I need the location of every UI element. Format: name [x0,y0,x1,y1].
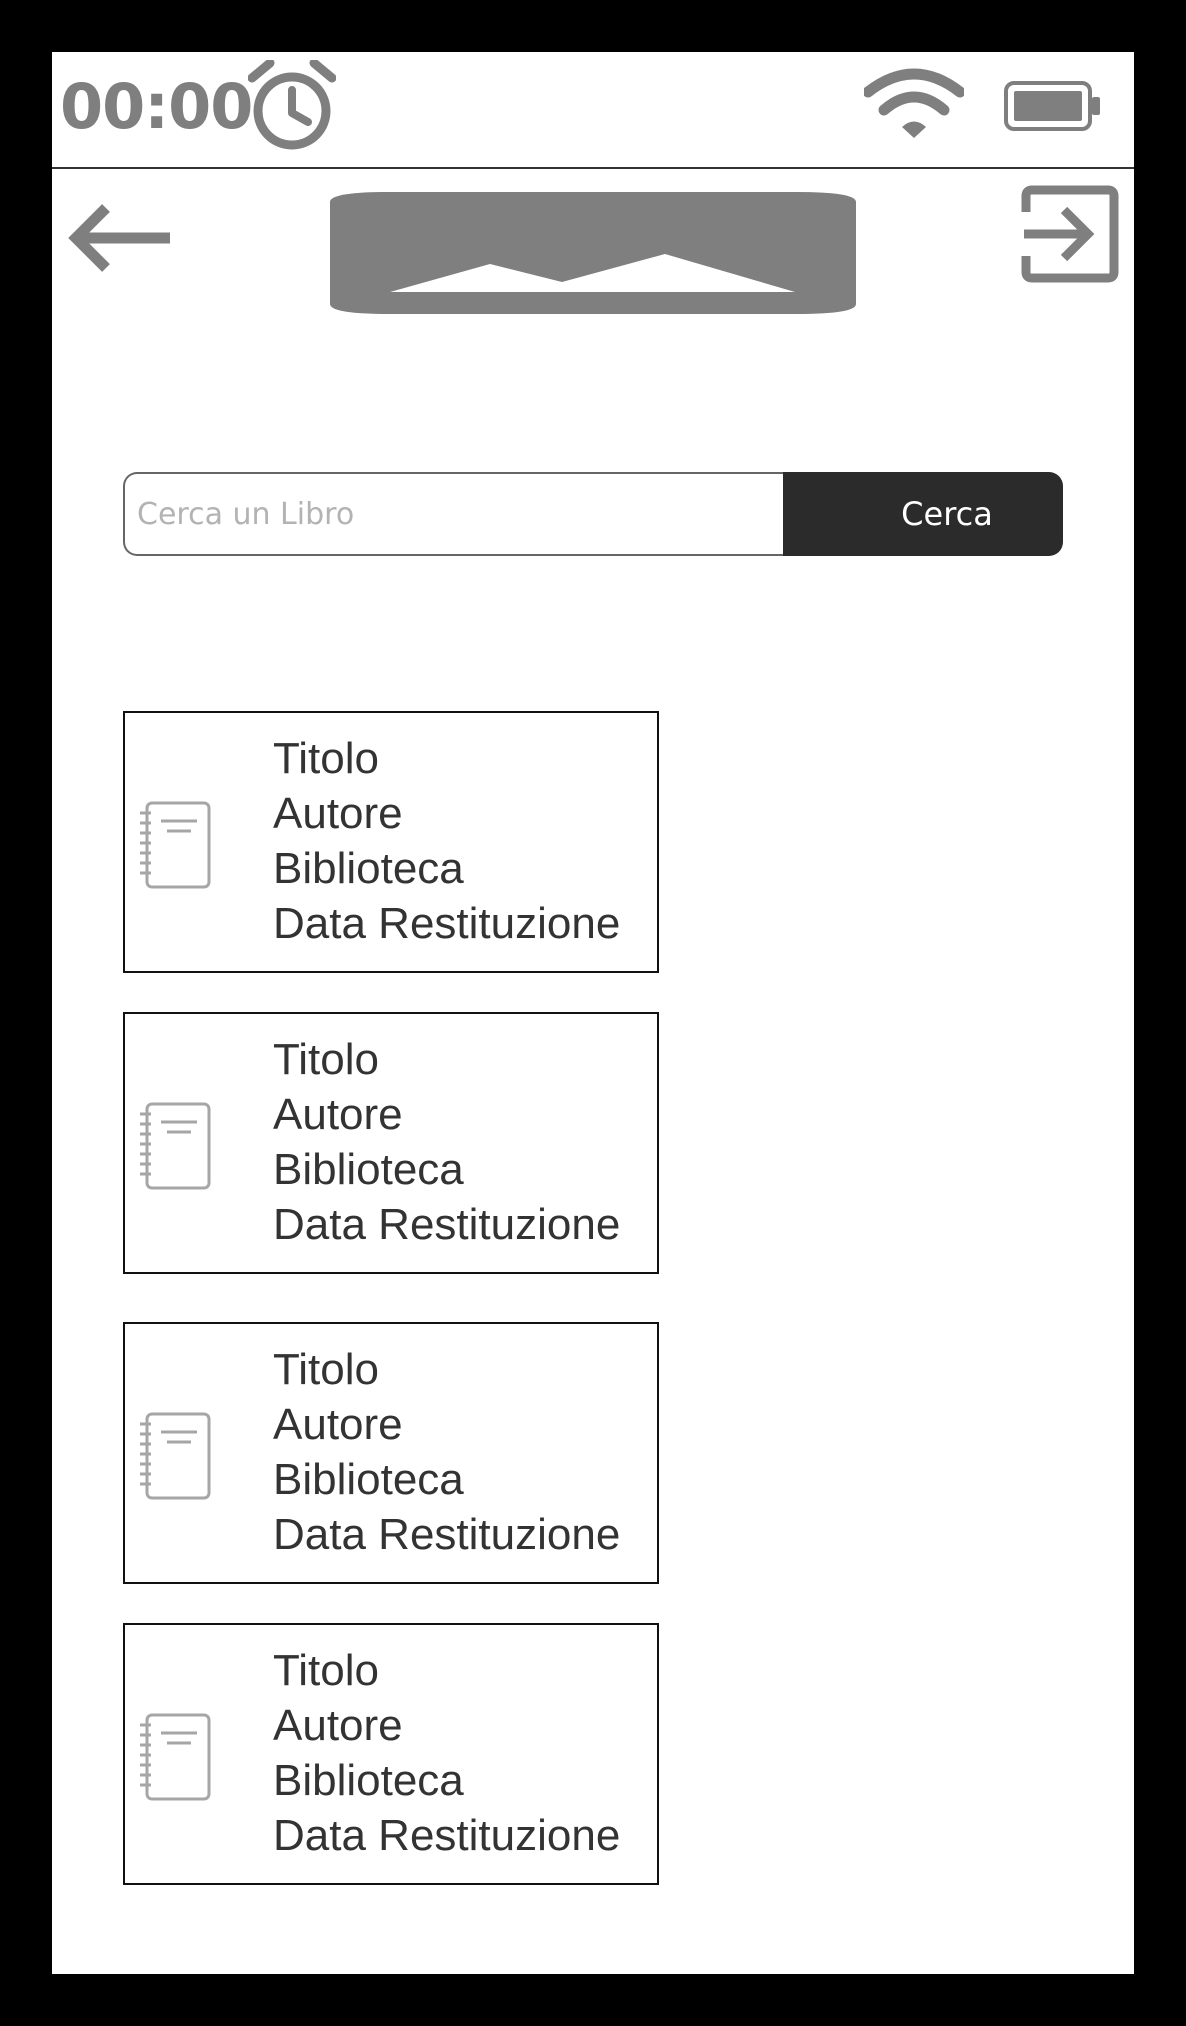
book-list-item[interactable]: Titolo Autore Biblioteca Data Restituzio… [123,1012,659,1274]
status-bar: 00:00 [52,52,1134,169]
book-title: Titolo [273,1646,379,1695]
alarm-clock-icon [248,60,336,150]
notebook-icon [140,1102,211,1190]
book-author: Autore [273,1400,403,1449]
book-return-date: Data Restituzione [273,1811,621,1860]
book-return-date: Data Restituzione [273,1510,621,1559]
notebook-icon [140,801,211,889]
device-frame: 00:00 Cerca un Libro Cerca Titolo Autore… [0,0,1186,2026]
book-details: Titolo Autore Biblioteca Data Restituzio… [273,1342,620,1562]
book-list-item[interactable]: Titolo Autore Biblioteca Data Restituzio… [123,711,659,973]
search-button[interactable]: Cerca [831,472,1063,556]
phone-screen: 00:00 Cerca un Libro Cerca Titolo Autore… [52,52,1134,1974]
book-details: Titolo Autore Biblioteca Data Restituzio… [273,731,620,951]
search-bar: Cerca [123,472,1063,556]
wifi-icon [864,68,964,138]
book-list-item[interactable]: Titolo Autore Biblioteca Data Restituzio… [123,1623,659,1885]
book-library: Biblioteca [273,844,464,893]
book-author: Autore [273,789,403,838]
book-details: Titolo Autore Biblioteca Data Restituzio… [273,1032,620,1252]
book-title: Titolo [273,1035,379,1084]
search-button-edge [779,472,839,556]
book-return-date: Data Restituzione [273,1200,621,1249]
book-title: Titolo [273,1345,379,1394]
logo-placeholder-icon [330,192,856,314]
notebook-icon [140,1713,211,1801]
book-author: Autore [273,1701,403,1750]
status-time: 00:00 [60,70,253,143]
book-return-date: Data Restituzione [273,899,621,948]
book-list-item[interactable]: Titolo Autore Biblioteca Data Restituzio… [123,1322,659,1584]
book-library: Biblioteca [273,1756,464,1805]
book-library: Biblioteca [273,1145,464,1194]
book-author: Autore [273,1090,403,1139]
notebook-icon [140,1412,211,1500]
back-arrow-icon[interactable] [66,202,170,274]
book-title: Titolo [273,734,379,783]
battery-icon [1004,81,1100,131]
book-details: Titolo Autore Biblioteca Data Restituzio… [273,1643,620,1863]
logout-icon[interactable] [1020,184,1120,284]
book-library: Biblioteca [273,1455,464,1504]
search-input[interactable] [123,472,783,556]
